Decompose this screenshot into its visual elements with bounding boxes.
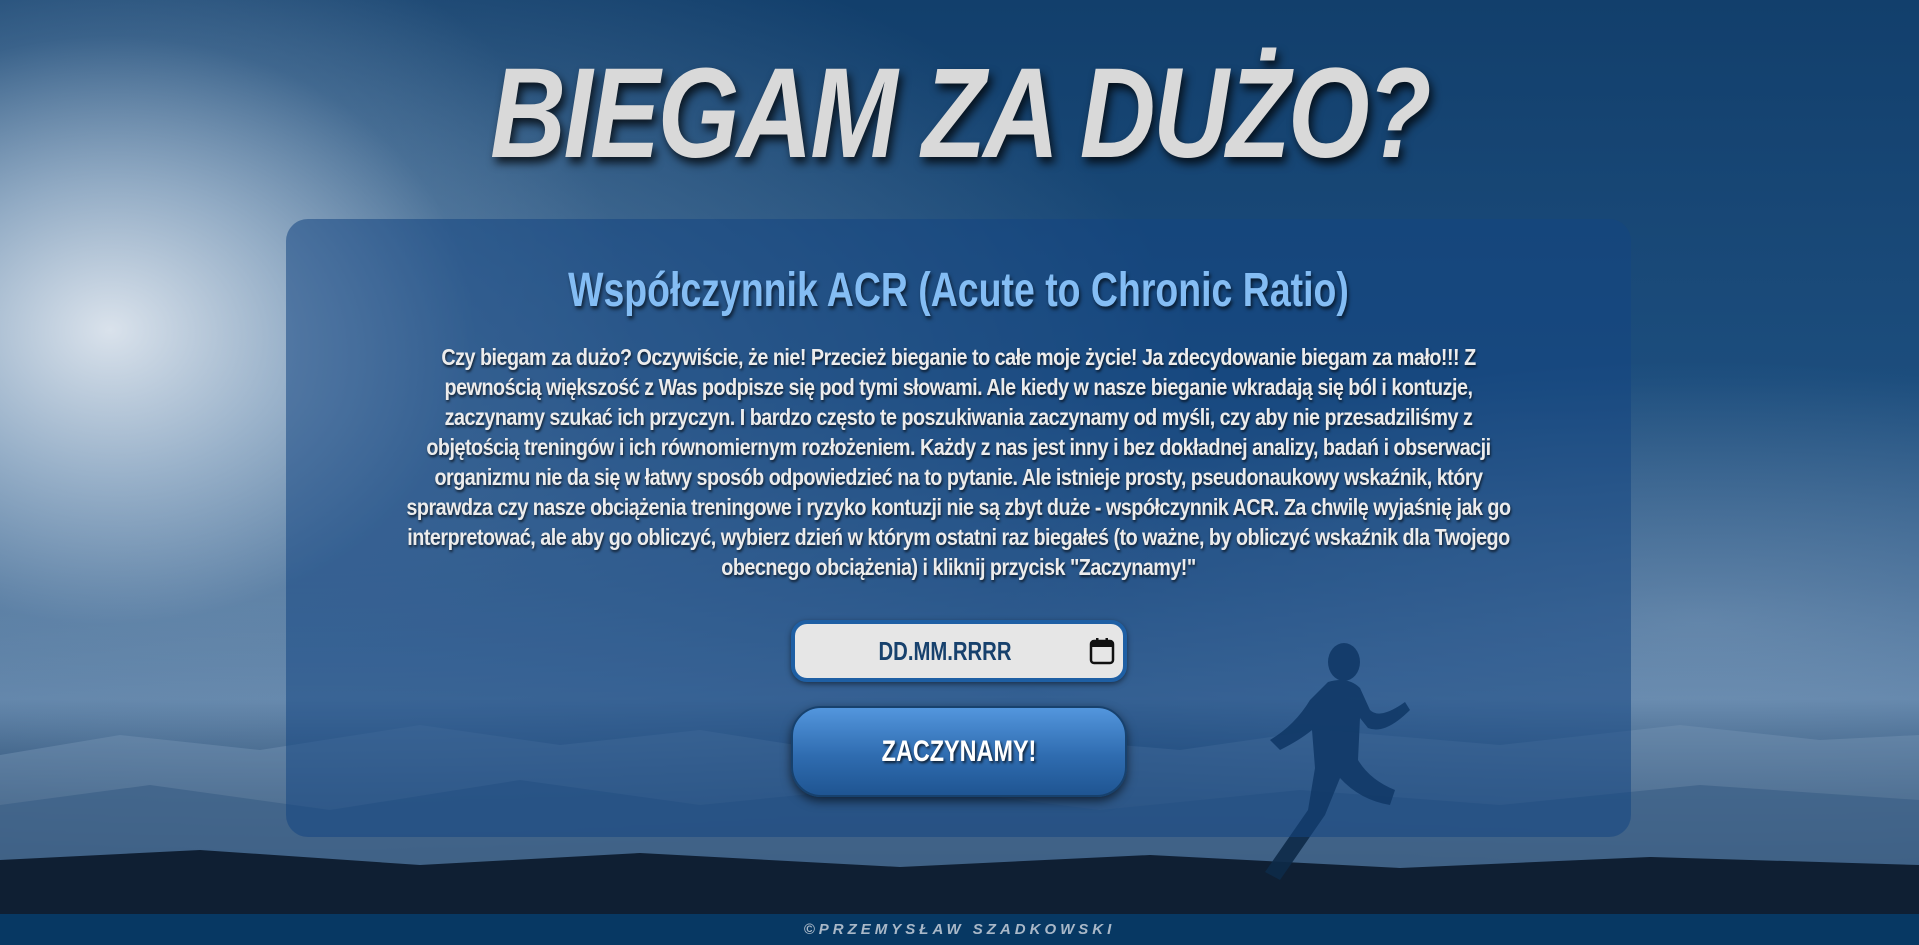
start-button-label: ZACZYNAMY! (881, 735, 1037, 768)
date-input-placeholder: DD.MM.RRRR (878, 636, 1012, 666)
start-button[interactable]: ZACZYNAMY! (791, 706, 1127, 797)
card-description: Czy biegam za dużo? Oczywiście, że nie! … (406, 344, 1511, 580)
acr-card: Współczynnik ACR (Acute to Chronic Ratio… (286, 219, 1631, 837)
calendar-icon[interactable] (1089, 637, 1115, 665)
date-input[interactable]: DD.MM.RRRR (791, 620, 1127, 682)
page-title: BIEGAM ZA DUŻO? (490, 42, 1431, 185)
card-title: Współczynnik ACR (Acute to Chronic Ratio… (568, 264, 1349, 317)
footer: ©PRZEMYSŁAW SZADKOWSKI (0, 914, 1919, 945)
footer-copyright: ©PRZEMYSŁAW SZADKOWSKI (803, 921, 1116, 938)
